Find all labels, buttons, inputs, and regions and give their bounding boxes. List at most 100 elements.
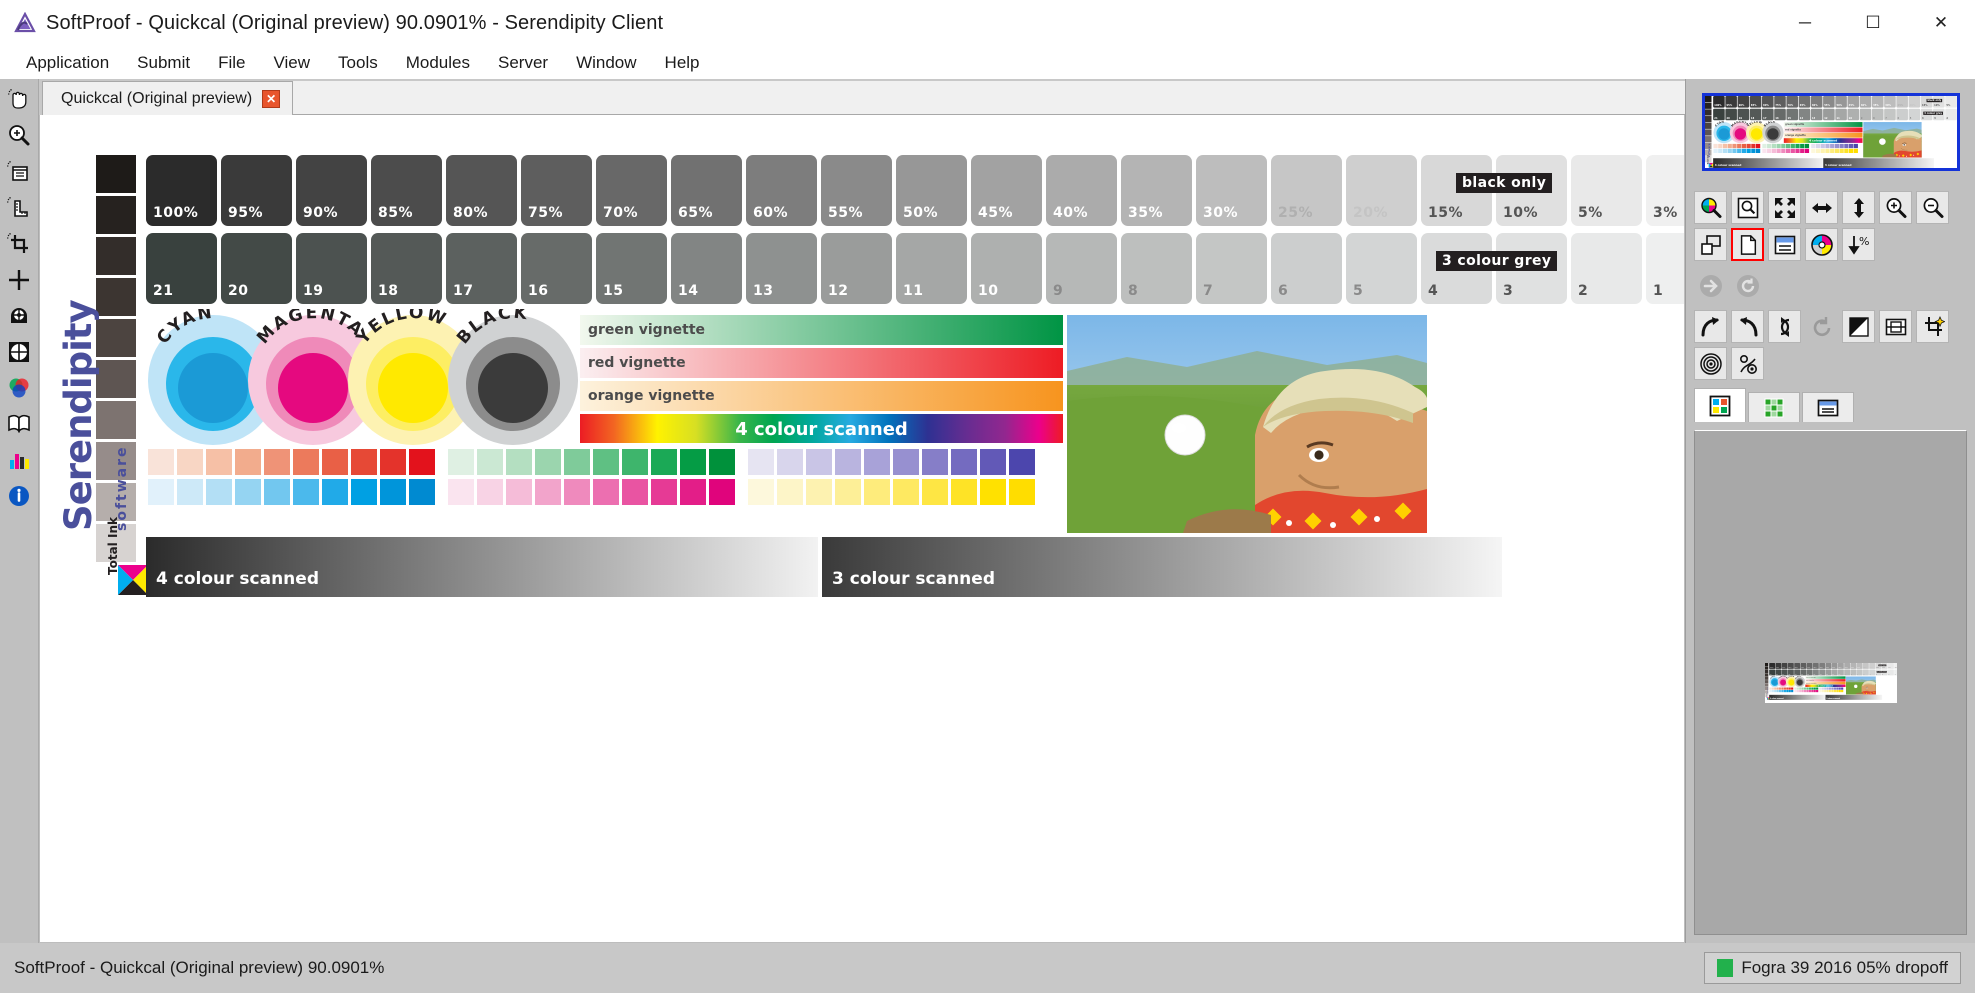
zoom-out-icon[interactable]	[1916, 191, 1949, 224]
three-colour-grey-patch: 2	[1944, 108, 1957, 121]
black-only-patch: 65%	[671, 155, 742, 226]
colour-wheel-icon[interactable]	[1805, 228, 1838, 261]
violet-ramp-step-4	[1829, 143, 1834, 149]
screening-icon[interactable]	[1731, 347, 1764, 380]
three-colour-grey-patch: 18	[371, 233, 442, 304]
vignette-bars: green vignette red vignette orange vigne…	[1804, 675, 1846, 687]
menu-submit[interactable]: Submit	[123, 48, 204, 78]
flip-icon[interactable]	[1768, 310, 1801, 343]
magenta-ramp-step-2	[1771, 148, 1776, 154]
dropoff-percent-icon[interactable]: %	[1842, 228, 1875, 261]
maximize-button[interactable]: ☐	[1839, 0, 1907, 46]
navigator-panel: 100% 95% 90% 85% 80% 75% 70% 65% 60% 55% 50% 45% 40%…	[1694, 87, 1967, 177]
proof-canvas[interactable]: 100% 95% 90% 85% 80% 75% 70% 65% 60% 55% 50% 45% 40%…	[39, 115, 1685, 943]
crosshair-registration-icon[interactable]	[1, 262, 37, 298]
grey-step-1	[1764, 665, 1768, 670]
black-only-patch: 70%	[1785, 96, 1798, 108]
rgb-venn-icon[interactable]	[1, 370, 37, 406]
three-colour-grey-patch-label: 19	[1781, 673, 1784, 675]
midblock: Serendipity software CYANMAGENTAYELLOWBL…	[1705, 120, 1957, 158]
rotate-right-icon[interactable]	[1694, 310, 1727, 343]
black-only-patch: 50%	[896, 155, 967, 226]
green-ramp-step-0	[448, 449, 474, 475]
page-preview-thumbnail[interactable]: 100% 95% 90% 85% 80% 75% 70% 65% 60% 55% 50% 45% 40%…	[1764, 662, 1897, 703]
three-colour-grey-patch: 5	[1868, 669, 1875, 675]
rainbow-scan-bar: 4 colour scanned	[1783, 138, 1863, 143]
red-ramp-step-6	[1741, 143, 1746, 149]
three-colour-grey-patch-label: 3	[1933, 116, 1936, 120]
menu-modules[interactable]: Modules	[392, 48, 484, 78]
fit-width-icon[interactable]	[1805, 191, 1838, 224]
black-only-patch-label: 25%	[1897, 104, 1903, 107]
tab-close-icon[interactable]: ✕	[262, 89, 281, 108]
tab-page-view[interactable]	[1802, 392, 1854, 422]
info-icon[interactable]	[1, 478, 37, 514]
rotate-left-icon[interactable]	[1731, 310, 1764, 343]
tab-green-grid[interactable]	[1748, 392, 1800, 422]
menu-application[interactable]: Application	[12, 48, 123, 78]
colour-profile-indicator[interactable]: Fogra 39 2016 05% dropoff	[1704, 952, 1961, 984]
tab-quickcal[interactable]: Quickcal (Original preview) ✕	[42, 81, 294, 115]
invert-icon[interactable]	[1842, 310, 1875, 343]
reset-icon[interactable]	[1731, 269, 1764, 302]
svg-text:YELLOW: YELLOW	[1786, 675, 1795, 679]
page-document-icon[interactable]	[1, 154, 37, 190]
black-only-patch: 30%	[1883, 96, 1896, 108]
menu-file[interactable]: File	[204, 48, 259, 78]
menu-help[interactable]: Help	[651, 48, 714, 78]
vignette-green-label: green vignette	[1784, 123, 1804, 126]
menu-tools[interactable]: Tools	[324, 48, 392, 78]
book-spread-icon[interactable]	[1, 406, 37, 442]
menu-server[interactable]: Server	[484, 48, 562, 78]
main-body: Quickcal (Original preview) ✕ 100% 95% 90%…	[0, 79, 1975, 943]
black-only-patch-label: 50%	[1831, 666, 1835, 668]
violet-ramp-step-6	[1833, 687, 1836, 690]
violet-ramp-step-8	[1838, 687, 1841, 690]
tab-colour-patches[interactable]	[1694, 388, 1746, 422]
page-setup-icon[interactable]	[1731, 228, 1764, 261]
densitometer-icon[interactable]	[1, 298, 37, 334]
zoom-in-icon[interactable]	[1879, 191, 1912, 224]
cyan-ramp-step-6	[1783, 689, 1786, 692]
menu-window[interactable]: Window	[562, 48, 650, 78]
black-only-patch-label: 60%	[1811, 104, 1818, 107]
pan-hand-icon[interactable]	[1, 82, 37, 118]
crop-magic-icon[interactable]	[1916, 310, 1949, 343]
black-only-patch: 35%	[1871, 96, 1884, 108]
submit-arrow-icon[interactable]	[1694, 269, 1727, 302]
zoom-selection-icon[interactable]	[1731, 191, 1764, 224]
red-ramp	[148, 449, 435, 475]
vignette-green-label: green vignette	[588, 322, 706, 338]
three-colour-grey-patch: 2	[1887, 669, 1894, 675]
mirror-icon[interactable]	[1879, 310, 1912, 343]
halftone-circle-icon[interactable]	[1, 334, 37, 370]
three-colour-grey-patch-label: 13	[1819, 673, 1821, 675]
fit-page-icon[interactable]	[1768, 191, 1801, 224]
layers-icon[interactable]	[1694, 228, 1727, 261]
window-layout-icon[interactable]	[1768, 228, 1801, 261]
violet-ramp-step-9	[1853, 143, 1858, 149]
three-colour-grey-patch-label: 17	[1794, 673, 1796, 675]
gradient-bar-4-colour: 4 colour scanned	[1768, 694, 1825, 700]
three-colour-grey-patch: 20	[1774, 669, 1781, 675]
black-only-patch-label: 60%	[1819, 666, 1823, 668]
three-colour-grey-patch: 6	[1862, 669, 1869, 675]
menu-view[interactable]: View	[260, 48, 325, 78]
magenta-ramp-step-5	[1805, 689, 1809, 692]
crop-icon[interactable]	[1, 226, 37, 262]
fit-height-icon[interactable]	[1842, 191, 1875, 224]
close-button[interactable]: ✕	[1907, 0, 1975, 46]
three-colour-grey-patch-label: 20	[1775, 673, 1778, 675]
histogram-bars-icon[interactable]	[1, 442, 37, 478]
zoom-magnifier-icon[interactable]	[1, 118, 37, 154]
violet-ramp-step-0	[1810, 143, 1815, 149]
revert-rotation-icon[interactable]	[1805, 310, 1838, 343]
colour-picker-magnifier-icon[interactable]	[1694, 191, 1727, 224]
navigator-thumbnail[interactable]: 100% 95% 90% 85% 80% 75% 70% 65% 60% 55% 50% 45% 40%…	[1701, 93, 1960, 171]
yellow-ramp	[1818, 689, 1843, 692]
moire-rings-icon[interactable]	[1694, 347, 1727, 380]
minimize-button[interactable]: ─	[1771, 0, 1839, 46]
ruler-measure-icon[interactable]	[1, 190, 37, 226]
page-preview-pane[interactable]: 100% 95% 90% 85% 80% 75% 70% 65% 60% 55% 50% 45% 40%…	[1694, 430, 1967, 935]
three-colour-grey-patch: 14	[1812, 669, 1819, 675]
